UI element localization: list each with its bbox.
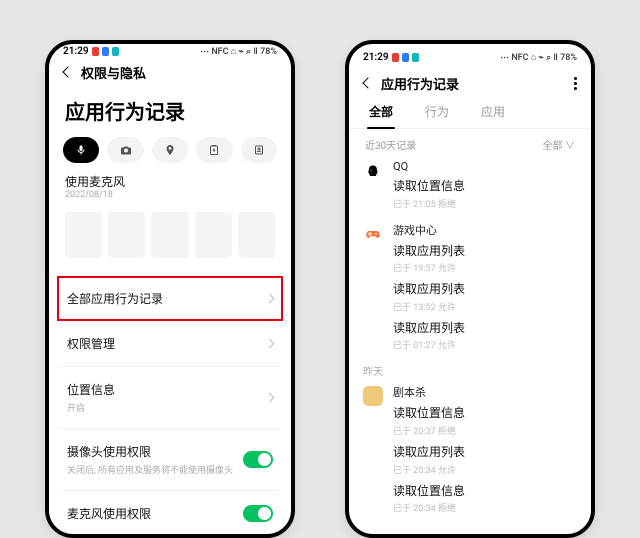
event-sub: 已于 19:57 允许: [393, 261, 577, 274]
thumb[interactable]: [151, 212, 188, 258]
usage-date: 2022/08/18: [49, 190, 291, 206]
list-item[interactable]: 剧本杀 读取位置信息 已于 20:37 拒绝 读取应用列表 已于 20:34 允…: [363, 384, 577, 522]
app-name: 剧本杀: [393, 384, 577, 400]
permission-mgmt-link[interactable]: 权限管理: [61, 321, 279, 366]
contacts-icon: [253, 144, 265, 156]
chip-location[interactable]: [152, 137, 188, 163]
usage-label: 使用麦克风: [49, 173, 291, 190]
tab-behavior[interactable]: 行为: [423, 97, 451, 128]
filter-bar: 近30天记录 全部 ∨: [349, 129, 591, 160]
usage-thumbs: [49, 206, 291, 276]
event-sub: 已于 21:05 拒绝: [393, 197, 577, 210]
header: 权限与隐私: [49, 57, 291, 86]
app-icon-qq: [363, 162, 383, 182]
status-pill-3: [112, 47, 119, 56]
status-time: 21:29: [363, 52, 389, 63]
chevron-right-icon: [265, 294, 275, 304]
event-title: 读取位置信息: [393, 484, 577, 500]
thumb[interactable]: [195, 212, 232, 258]
location-icon: [164, 144, 176, 156]
event-title: 读取应用列表: [393, 282, 577, 298]
app-icon-script: [363, 386, 383, 406]
status-bar: 21:29 ⋯ NFC ⌂ ⌁ ⌕ ‖ 78%: [49, 44, 291, 57]
record-event: 读取应用列表 已于 13:52 允许: [393, 282, 577, 313]
status-pill-2: [102, 47, 109, 56]
header-title: 权限与隐私: [81, 63, 146, 82]
chip-clipboard[interactable]: [196, 137, 232, 163]
event-title: 读取应用列表: [393, 445, 577, 461]
all-records-link[interactable]: 全部应用行为记录: [57, 276, 283, 321]
event-title: 读取位置信息: [393, 406, 577, 422]
mic-icon: [75, 144, 87, 156]
tab-all[interactable]: 全部: [367, 97, 395, 128]
status-pill-2: [402, 53, 409, 62]
back-icon[interactable]: [59, 64, 77, 82]
list-item[interactable]: QQ 读取位置信息 已于 21:05 拒绝: [363, 160, 577, 218]
qq-icon: [365, 164, 381, 180]
all-records-label: 全部应用行为记录: [67, 290, 163, 307]
filter-range: 近30天记录: [365, 137, 416, 152]
mic-toggle-row: 麦克风使用权限: [61, 490, 279, 536]
status-pill-3: [412, 53, 419, 62]
app-icon-game: [363, 224, 383, 244]
record-event: 读取应用列表 已于 01:27 允许: [393, 321, 577, 352]
record-event: 读取位置信息 已于 20:37 拒绝: [393, 406, 577, 437]
event-sub: 已于 20:34 允许: [393, 463, 577, 476]
status-right: ⋯ NFC ⌂ ⌁ ⌕ ‖ 78%: [200, 46, 277, 57]
phone-left: 21:29 ⋯ NFC ⌂ ⌁ ⌕ ‖ 78% 权限与隐私 应用行为记录: [45, 40, 295, 538]
filter-chip-row: [49, 137, 291, 173]
status-time: 21:29: [63, 46, 89, 57]
app-name: 游戏中心: [393, 222, 577, 238]
clipboard-icon: [208, 144, 220, 156]
location-label: 位置信息: [67, 381, 115, 398]
list-item[interactable]: 游戏中心 读取应用列表 已于 19:57 允许 读取应用列表 已于 13:52 …: [363, 222, 577, 360]
record-list: QQ 读取位置信息 已于 21:05 拒绝 游戏中心 读取应用列表 已于 19:…: [349, 160, 591, 526]
permission-mgmt-label: 权限管理: [67, 335, 115, 352]
back-icon[interactable]: [359, 75, 377, 93]
more-icon[interactable]: [574, 77, 577, 90]
camera-toggle-note: 关闭后, 所有应用及服务将不能使用摄像头: [67, 463, 233, 476]
record-event: 读取位置信息 已于 20:34 拒绝: [393, 484, 577, 515]
status-right: ⋯ NFC ⌂ ⌁ ⌕ ‖ 78%: [500, 52, 577, 63]
chevron-right-icon: [265, 339, 275, 349]
tab-app[interactable]: 应用: [479, 97, 507, 128]
location-link[interactable]: 位置信息 开启: [61, 366, 279, 428]
phone-right: 21:29 ⋯ NFC ⌂ ⌁ ⌕ ‖ 78% 应用行为记录 全部 行为 应用 …: [345, 40, 595, 538]
chip-camera[interactable]: [107, 137, 143, 163]
mic-toggle[interactable]: [243, 505, 273, 522]
thumb[interactable]: [238, 212, 275, 258]
camera-toggle[interactable]: [243, 451, 273, 468]
record-event: 读取应用列表 已于 20:34 允许: [393, 445, 577, 476]
app-name: QQ: [393, 160, 577, 173]
camera-icon: [120, 144, 132, 156]
event-title: 读取应用列表: [393, 321, 577, 337]
status-bar: 21:29 ⋯ NFC ⌂ ⌁ ⌕ ‖ 78%: [349, 44, 591, 68]
filter-dropdown[interactable]: 全部 ∨: [543, 137, 575, 152]
chevron-right-icon: [265, 393, 275, 403]
record-event: 读取位置信息 已于 21:05 拒绝: [393, 179, 577, 210]
chip-contacts[interactable]: [241, 137, 277, 163]
event-title: 读取应用列表: [393, 244, 577, 260]
header-title: 应用行为记录: [381, 74, 459, 93]
event-sub: 已于 20:34 拒绝: [393, 501, 577, 514]
event-sub: 已于 20:37 拒绝: [393, 424, 577, 437]
status-pill-1: [92, 47, 99, 56]
gamepad-icon: [364, 225, 382, 243]
event-sub: 已于 01:27 允许: [393, 338, 577, 351]
camera-toggle-label: 摄像头使用权限: [67, 443, 233, 460]
tabs: 全部 行为 应用: [349, 97, 591, 129]
location-state: 开启: [67, 401, 115, 414]
event-title: 读取位置信息: [393, 179, 577, 195]
day-label: 昨天: [363, 363, 577, 378]
thumb[interactable]: [108, 212, 145, 258]
status-pill-1: [392, 53, 399, 62]
chip-mic[interactable]: [63, 137, 99, 163]
header: 应用行为记录: [349, 68, 591, 97]
page-title: 应用行为记录: [49, 86, 291, 137]
thumb[interactable]: [65, 212, 102, 258]
record-event: 读取应用列表 已于 19:57 允许: [393, 244, 577, 275]
mic-toggle-label: 麦克风使用权限: [67, 505, 151, 522]
event-sub: 已于 13:52 允许: [393, 300, 577, 313]
camera-toggle-row: 摄像头使用权限 关闭后, 所有应用及服务将不能使用摄像头: [61, 428, 279, 490]
